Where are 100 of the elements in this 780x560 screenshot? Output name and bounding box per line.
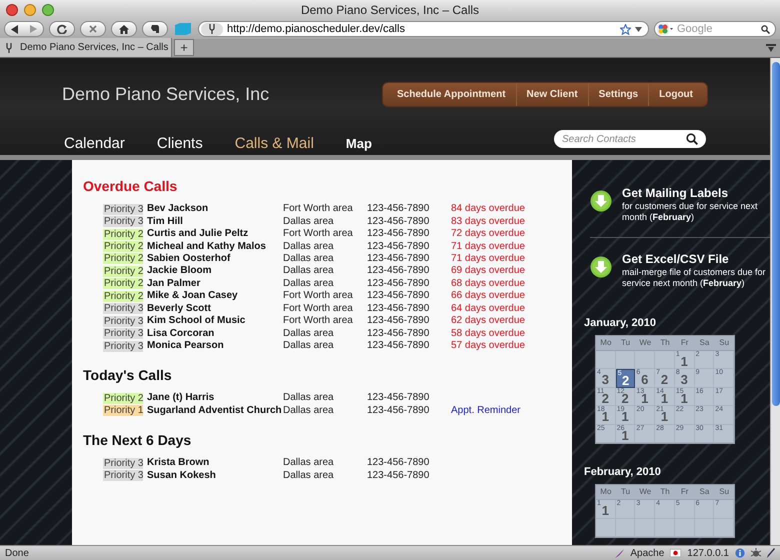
- area-cell-text: Fort Worth area: [283, 229, 354, 240]
- search-icon[interactable]: [761, 24, 770, 34]
- company-logo: Demo Piano Services, Inc: [62, 82, 270, 106]
- extension-button[interactable]: [142, 21, 168, 37]
- appointment-count: 1: [660, 410, 670, 424]
- phone-number: 123-456-7890: [367, 229, 430, 240]
- download-description: mail-merge file of customers due for service next month (February): [622, 267, 767, 289]
- client-name: Curtis and Julie Peltz: [147, 229, 250, 240]
- priority-badge: Priority 3: [103, 204, 143, 215]
- download-link[interactable]: Get Excel/CSV File: [622, 252, 770, 266]
- weekday-label: Tu: [616, 336, 636, 350]
- phone-number: 123-456-7890: [367, 406, 430, 416]
- overdue-status: 71 days overdue: [451, 254, 525, 264]
- weekday-label: Mo: [596, 336, 616, 350]
- appointment-count: 3: [601, 373, 610, 386]
- search-field[interactable]: Google: [654, 21, 776, 37]
- priority-badge: Priority 3: [103, 316, 143, 327]
- bug-icon[interactable]: [751, 548, 761, 558]
- area-cell-text: Dallas area: [283, 266, 335, 276]
- area-cell-text: Fort Worth area: [283, 291, 354, 302]
- section-heading: Today's Calls: [83, 366, 173, 384]
- stop-icon: [89, 25, 97, 33]
- home-button[interactable]: [111, 21, 137, 37]
- download-description: for customers due for service next month (February): [622, 201, 759, 223]
- nav-tab[interactable]: Map: [346, 137, 372, 151]
- search-input[interactable]: Google: [677, 20, 757, 38]
- area-cell-text: Dallas area: [283, 216, 335, 227]
- header-action-button[interactable]: New Client: [516, 82, 588, 106]
- client-name: Kim School of Music: [147, 316, 246, 326]
- calendar-cell: [655, 350, 675, 370]
- scrollbar-thumb[interactable]: [772, 62, 780, 406]
- download-link[interactable]: Get Mailing Labels: [622, 186, 770, 200]
- section-heading: The Next 6 Days: [83, 431, 192, 450]
- close-window-button[interactable]: [6, 4, 18, 16]
- weekday-label: Su: [714, 484, 734, 500]
- scrollbar[interactable]: [770, 58, 780, 545]
- nav-tab[interactable]: Calendar: [64, 136, 125, 151]
- overdue-status: 83 days overdue: [451, 216, 525, 227]
- appointment-count: 6: [640, 373, 650, 386]
- appointment-count: 1: [680, 354, 689, 368]
- download-icon[interactable]: [590, 256, 612, 278]
- header-action-button[interactable]: Logout: [648, 82, 703, 106]
- phone-number: 123-456-7890: [367, 316, 430, 326]
- overdue-status: 84 days overdue: [451, 204, 525, 214]
- weekday-label: We: [635, 336, 656, 350]
- overdue-status: 64 days overdue: [451, 304, 525, 314]
- stop-button[interactable]: [80, 21, 106, 37]
- priority-badge: Priority 2: [103, 392, 143, 404]
- reminder-link[interactable]: Appt. Reminder: [451, 406, 520, 416]
- phone-number: 123-456-7890: [367, 328, 430, 339]
- client-name: Sabien Oosterhof: [147, 254, 232, 264]
- weekday-label: Tu: [616, 484, 636, 500]
- minimize-window-button[interactable]: [24, 4, 36, 16]
- section-heading: Overdue Calls: [83, 177, 178, 195]
- header-action-button[interactable]: Schedule Appointment: [387, 82, 516, 106]
- header-action-button[interactable]: Settings: [588, 82, 648, 106]
- priority-badge: Priority 3: [103, 303, 143, 314]
- pen-icon[interactable]: [767, 548, 775, 558]
- phone-number: 123-456-7890: [367, 393, 430, 404]
- search-input[interactable]: Search Contacts: [562, 132, 686, 146]
- phone-number: 123-456-7890: [367, 458, 430, 468]
- bookmark-star-icon[interactable]: [620, 24, 631, 34]
- server-label: Apache: [630, 546, 664, 560]
- nav-tab[interactable]: Clients: [156, 136, 203, 151]
- appointment-count: 1: [621, 428, 630, 442]
- appointment-count: 1: [660, 392, 670, 405]
- client-name: Krista Brown: [147, 458, 210, 468]
- site-icon-button[interactable]: [201, 22, 223, 36]
- reload-button[interactable]: [49, 21, 75, 37]
- browser-tab[interactable]: Demo Piano Services, Inc – Calls: [0, 38, 172, 57]
- phone-number: 123-456-7890: [367, 291, 430, 302]
- overdue-status: 58 days overdue: [451, 328, 525, 339]
- calendar-cell: [674, 518, 695, 538]
- area-cell-text: Dallas area: [283, 406, 335, 416]
- tab-list-icon[interactable]: [766, 44, 776, 53]
- area-cell-text: Fort Worth area: [283, 204, 354, 214]
- area-cell-text: Dallas area: [283, 242, 335, 252]
- appointment-count: 2: [622, 374, 630, 388]
- phone-number: 123-456-7890: [367, 254, 430, 264]
- area-cell-text: Fort Worth area: [283, 316, 354, 326]
- weekday-label: Fr: [674, 336, 695, 350]
- home-icon: [119, 24, 129, 34]
- priority-badge: Priority 2: [103, 278, 143, 290]
- zoom-window-button[interactable]: [42, 4, 54, 16]
- overdue-status: 72 days overdue: [451, 229, 525, 240]
- dropdown-icon[interactable]: [635, 26, 642, 32]
- back-forward-button[interactable]: [4, 21, 44, 37]
- priority-badge: Priority 2: [103, 266, 143, 277]
- priority-badge: Priority 3: [103, 340, 143, 352]
- download-icon[interactable]: [590, 190, 612, 212]
- weekday-label: Th: [655, 336, 675, 350]
- contact-search-field[interactable]: Search Contacts: [554, 130, 706, 148]
- back-icon: [10, 24, 19, 34]
- search-icon[interactable]: [686, 133, 698, 145]
- calendar-cell: [616, 518, 636, 538]
- search-engine-icon[interactable]: [657, 23, 673, 35]
- info-icon[interactable]: [735, 548, 745, 558]
- appointment-count: 2: [660, 373, 670, 386]
- new-tab-button[interactable]: +: [174, 39, 194, 56]
- overdue-status: 71 days overdue: [451, 242, 525, 252]
